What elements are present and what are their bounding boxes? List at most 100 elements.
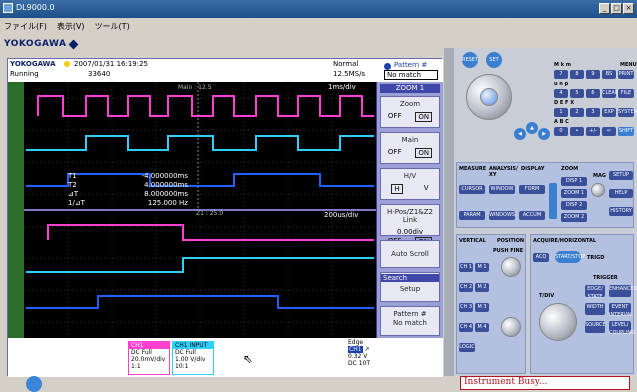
m1-button[interactable]: M 1: [475, 263, 489, 272]
hv-toggle[interactable]: H/V H V: [380, 168, 440, 200]
menu-tools[interactable]: ツール(T): [95, 21, 130, 32]
vertical-label: VERTICAL: [459, 238, 486, 244]
menu-bar: ファイル(F) 表示(V) ツール(T): [0, 18, 637, 35]
ch3-button[interactable]: CH 3: [459, 303, 473, 312]
tdiv-knob[interactable]: [539, 303, 577, 341]
disp2-button[interactable]: DISP 2: [561, 201, 587, 210]
arrow-left-icon[interactable]: ◀: [514, 128, 526, 140]
start-orb-icon[interactable]: [26, 376, 42, 392]
key-8[interactable]: 8: [570, 70, 584, 79]
pattern-button[interactable]: Pattern # No match: [380, 306, 440, 336]
measure-display-section: MEASURE ANALYSIS/ XY DISPLAY ZOOM CURSOR…: [456, 162, 634, 228]
key-5[interactable]: 5: [570, 89, 584, 98]
key-6[interactable]: 6: [586, 89, 600, 98]
key-system[interactable]: SYSTEM: [618, 108, 637, 117]
key-exp[interactable]: EXP: [602, 108, 616, 117]
key-dot[interactable]: •: [570, 127, 584, 136]
keypad: M k m MENU 7 8 9 BS PRINT u n p 4 5 6 CL…: [554, 62, 637, 142]
hpos-link-control[interactable]: H-Pos/Z1&Z2 Link 0.00div OFFON: [380, 204, 440, 247]
key-sign[interactable]: +/-: [586, 127, 600, 136]
level-coupling-button[interactable]: LEVEL/ COUPLING: [609, 321, 635, 336]
m4-button[interactable]: M 4: [475, 323, 489, 332]
zoom-timebase: 200us/div: [324, 211, 359, 219]
ch2-button[interactable]: CH 2: [459, 283, 473, 292]
hpos-value: 0.00div: [396, 228, 424, 236]
key-9[interactable]: 9: [586, 70, 600, 79]
trigger-status[interactable]: Edge CH1 ↗ 0.32 V DC 10T: [348, 339, 370, 367]
main-toggle[interactable]: Main OFF ON: [380, 132, 440, 164]
source-button[interactable]: SOURCE: [585, 321, 606, 333]
arrow-right-icon[interactable]: ▶: [538, 128, 550, 140]
cursor-button[interactable]: CURSOR: [459, 185, 485, 194]
search-setup-button[interactable]: Search Setup: [380, 272, 440, 302]
zoom2-button[interactable]: ZOOM 2: [561, 213, 587, 222]
key-4[interactable]: 4: [554, 89, 568, 98]
auto-scroll-button[interactable]: Auto Scroll: [380, 240, 440, 268]
key-file[interactable]: FILE: [618, 89, 634, 98]
accum-button[interactable]: ACCUM: [519, 211, 545, 220]
setup-button[interactable]: SETUP: [609, 171, 633, 180]
start-stop-button[interactable]: START/STOP: [555, 251, 585, 263]
key-shift[interactable]: SHIFT: [618, 127, 634, 136]
history-button[interactable]: HISTORY: [609, 207, 633, 216]
status-lamp-icon: [64, 61, 70, 67]
minimize-button[interactable]: _: [599, 3, 610, 14]
key-2[interactable]: 2: [570, 108, 584, 117]
analysis-label: ANALYSIS/ XY: [489, 166, 518, 178]
event-interval-button[interactable]: EVENT INTERVAL: [609, 303, 633, 318]
cursor-key: T2: [68, 181, 77, 189]
cursor-key: T1: [68, 172, 77, 180]
key-print[interactable]: PRINT: [618, 70, 634, 79]
menu-file[interactable]: ファイル(F): [4, 21, 47, 32]
ch1-input-status[interactable]: CH1 INPUT DC Full 1.00 V/div 10:1: [172, 341, 214, 375]
zoom-toggle[interactable]: Zoom OFF ON: [380, 96, 440, 128]
windows-button[interactable]: WINDOWS: [489, 211, 515, 220]
cursor-value: 125.000 Hz: [147, 199, 188, 207]
mouse-pointer-icon: ⇖: [243, 352, 254, 366]
m2-button[interactable]: M 2: [475, 283, 489, 292]
key-bs[interactable]: BS: [602, 70, 616, 79]
key-clear[interactable]: CLEAR: [602, 89, 618, 98]
reset-button[interactable]: RESET: [462, 52, 478, 68]
pattern-indicator: Pattern # No match: [384, 61, 438, 80]
key-enter[interactable]: ↵: [602, 127, 616, 136]
vdiv-knob[interactable]: [501, 317, 521, 337]
ch4-button[interactable]: CH 4: [459, 323, 473, 332]
rising-edge-icon: ↗: [364, 346, 370, 353]
jog-dial-center[interactable]: [480, 88, 498, 106]
form-button[interactable]: FORM: [519, 185, 545, 194]
intensity-knob[interactable]: [549, 183, 557, 219]
ch1-button[interactable]: CH 1: [459, 263, 473, 272]
key-1[interactable]: 1: [554, 108, 568, 117]
soft-menu-header: ZOOM 1: [380, 84, 440, 93]
m3-button[interactable]: M 3: [475, 303, 489, 312]
key-0[interactable]: 0: [554, 127, 568, 136]
close-button[interactable]: ×: [623, 3, 634, 14]
ch1-status[interactable]: CH1 DC Full 20.0mV/div 1:1: [128, 341, 170, 375]
acq-button[interactable]: ACQ: [533, 253, 549, 262]
help-button[interactable]: HELP: [609, 189, 633, 198]
enhanced-button[interactable]: ENHANCED: [609, 285, 637, 297]
mag-knob[interactable]: [591, 183, 605, 197]
disp1-button[interactable]: DISP 1: [561, 177, 587, 186]
position-knob[interactable]: [501, 257, 521, 277]
param-button[interactable]: PARAM: [459, 211, 485, 220]
key-7[interactable]: 7: [554, 70, 568, 79]
arrow-up-icon[interactable]: ▲: [526, 122, 538, 134]
logic-button[interactable]: LOGIC: [459, 343, 475, 352]
zoom-ch2-trace: [26, 257, 374, 273]
window-titlebar: DL9000.0 _ □ ×: [0, 0, 637, 18]
panel-side-strip: [444, 48, 454, 376]
width-button[interactable]: WIDTH: [585, 303, 605, 315]
maximize-button[interactable]: □: [611, 3, 622, 14]
instrument-busy-status: Instrument Busy...: [460, 376, 630, 390]
front-panel: RESET SET ▲ ◀ ▶ M k m MENU 7 8 9 BS PRIN…: [444, 48, 637, 376]
edge-state-button[interactable]: EDGE/ STATE: [585, 285, 605, 300]
menu-view[interactable]: 表示(V): [57, 21, 85, 32]
zoom1-button[interactable]: ZOOM 1: [561, 189, 587, 198]
set-button[interactable]: SET: [486, 52, 502, 68]
hpos-title: H-Pos/Z1&Z2 Link: [386, 208, 433, 224]
key-3[interactable]: 3: [586, 108, 600, 117]
main-off: OFF: [387, 148, 402, 156]
window-button[interactable]: WINDOW: [489, 185, 515, 194]
